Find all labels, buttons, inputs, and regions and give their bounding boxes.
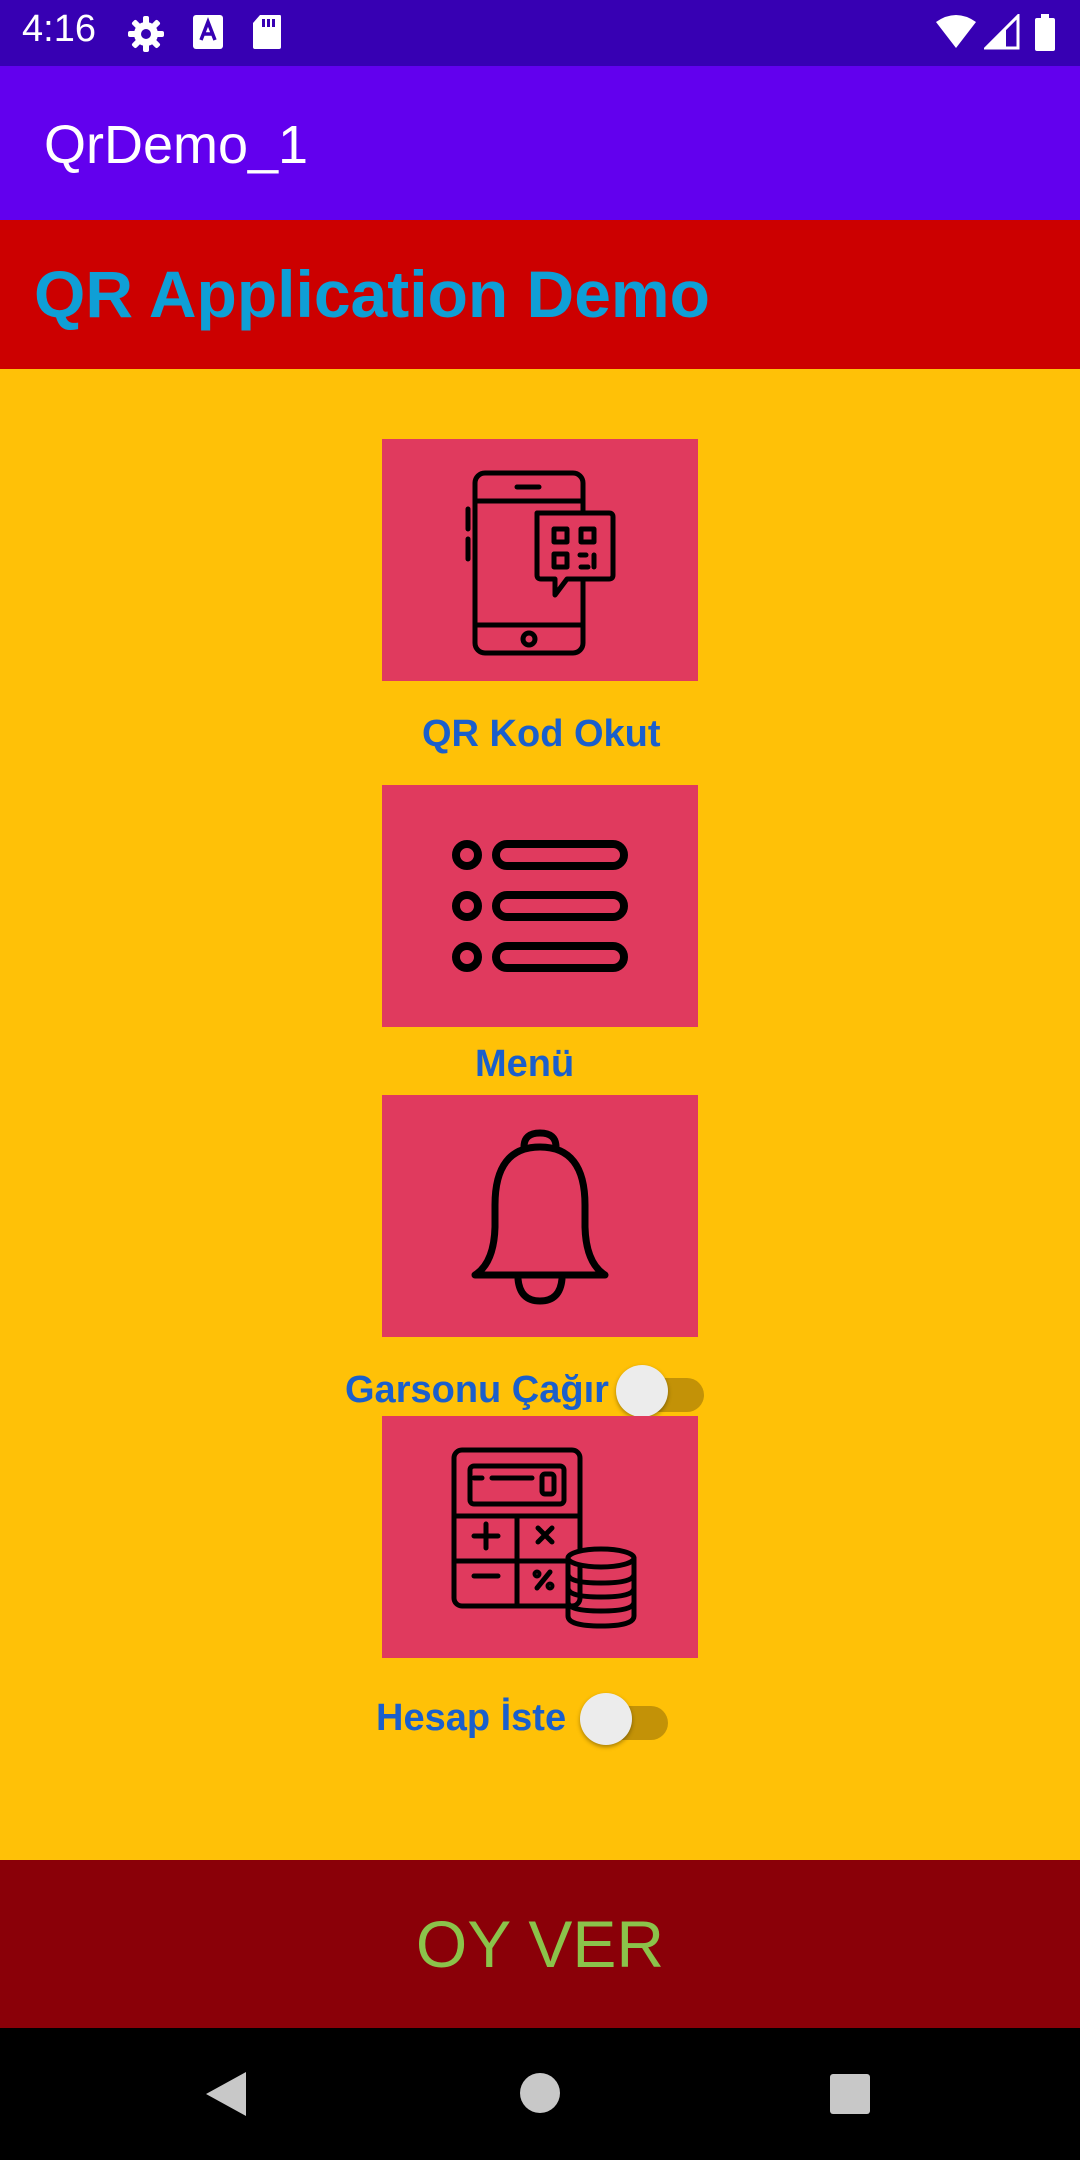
list-icon (452, 840, 628, 972)
vote-button[interactable]: OY VER (0, 1860, 1080, 2028)
switch-thumb (580, 1693, 632, 1745)
wifi-icon (934, 14, 978, 55)
navigation-bar (0, 2028, 1080, 2160)
switch-thumb (616, 1365, 668, 1417)
status-time: 4:16 (22, 8, 96, 50)
bell-icon (471, 1129, 609, 1305)
menu-button[interactable] (382, 785, 698, 1027)
header-band: QR Application Demo (0, 220, 1080, 369)
call-waiter-label: Garsonu Çağır (345, 1369, 609, 1411)
signal-icon (982, 12, 1020, 55)
sd-card-icon (252, 14, 282, 55)
qr-scan-button[interactable] (382, 439, 698, 681)
recents-icon[interactable] (829, 2073, 871, 2120)
page-title: QR Application Demo (34, 257, 710, 331)
home-icon[interactable] (519, 2072, 561, 2119)
menu-label: Menü (475, 1043, 575, 1085)
back-icon[interactable] (204, 2070, 248, 2123)
request-bill-button[interactable] (382, 1416, 698, 1658)
calculator-coins-icon (451, 1447, 637, 1629)
app-title: QrDemo_1 (44, 115, 309, 175)
status-bar: 4:16 (0, 0, 1080, 66)
battery-icon (1034, 14, 1056, 57)
phone-qr-icon (465, 470, 616, 656)
gear-icon (126, 14, 166, 59)
content-area: QR Kod Okut Menü Garsonu Çağır Hesap İst… (0, 369, 1080, 1860)
call-waiter-switch[interactable] (616, 1363, 706, 1419)
call-waiter-button[interactable] (382, 1095, 698, 1337)
app-bar: QrDemo_1 (0, 66, 1080, 220)
request-bill-switch[interactable] (580, 1691, 670, 1747)
qr-scan-label: QR Kod Okut (422, 713, 661, 755)
app-screen: 4:16 QrDemo_1 QR Application Demo QR Kod… (0, 0, 1080, 2160)
font-a-icon (192, 14, 224, 55)
request-bill-label: Hesap İste (376, 1697, 567, 1739)
